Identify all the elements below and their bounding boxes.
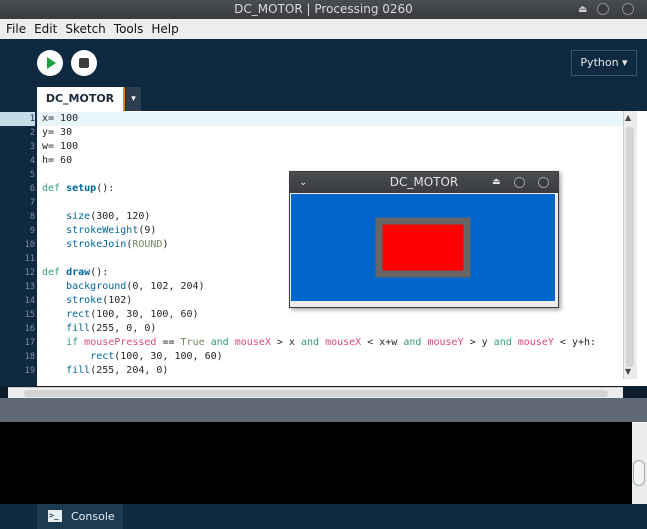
menu-edit[interactable]: Edit bbox=[34, 22, 57, 36]
status-bar bbox=[0, 398, 647, 422]
window-title: DC_MOTOR | Processing 0260 bbox=[234, 2, 413, 16]
line-number-gutter: 1 2 3 4 5 6 7 8 9 10 11 12 13 14 15 16 17 18 19 bbox=[0, 111, 37, 386]
close-button[interactable] bbox=[538, 177, 549, 188]
scroll-thumb[interactable] bbox=[626, 127, 634, 367]
line-number: 13 bbox=[24, 282, 35, 292]
terminal-icon: >_ bbox=[48, 510, 62, 522]
editor-tabs: DC_MOTOR ▾ bbox=[0, 85, 647, 111]
menu-file[interactable]: File bbox=[6, 22, 26, 36]
line-number: 17 bbox=[24, 338, 35, 348]
menu-tools[interactable]: Tools bbox=[114, 22, 144, 36]
console-scroll-thumb[interactable] bbox=[633, 460, 645, 486]
sketch-window[interactable]: ⌄ DC_MOTOR ⏏ bbox=[289, 171, 559, 308]
eject-icon[interactable]: ⏏ bbox=[492, 172, 501, 193]
console-tab[interactable]: >_ Console bbox=[37, 504, 123, 529]
window-title-bar[interactable]: DC_MOTOR | Processing 0260 ⏏ bbox=[0, 0, 647, 19]
line-number: 18 bbox=[24, 352, 35, 362]
line-number: 7 bbox=[29, 198, 35, 208]
scroll-down-icon[interactable]: ▼ bbox=[625, 367, 631, 376]
menu-bar: File Edit Sketch Tools Help bbox=[0, 19, 647, 39]
code-line[interactable]: h= 60 bbox=[42, 154, 72, 168]
motor-rectangle bbox=[375, 217, 471, 278]
line-number: 3 bbox=[29, 142, 35, 152]
processing-ide-window: DC_MOTOR | Processing 0260 ⏏ File Edit S… bbox=[0, 0, 647, 529]
tab-dc-motor[interactable]: DC_MOTOR bbox=[37, 87, 125, 111]
line-number: 16 bbox=[24, 324, 35, 334]
code-line[interactable]: fill(255, 204, 0) bbox=[42, 364, 168, 378]
run-button[interactable] bbox=[37, 50, 63, 76]
line-number: 4 bbox=[29, 156, 35, 166]
line-number: 6 bbox=[29, 184, 35, 194]
hscroll-thumb[interactable] bbox=[24, 390, 608, 397]
code-line[interactable]: if mousePressed == True and mouseX > x a… bbox=[42, 336, 596, 350]
console-scrollbar[interactable] bbox=[632, 422, 647, 504]
line-number: 14 bbox=[24, 296, 35, 306]
code-line[interactable]: strokeWeight(9) bbox=[42, 224, 156, 238]
line-number: 5 bbox=[29, 170, 35, 180]
line-number: 15 bbox=[24, 310, 35, 320]
scroll-up-icon[interactable]: ▲ bbox=[625, 113, 631, 122]
mode-selector[interactable]: Python ▾ bbox=[571, 50, 637, 76]
code-line[interactable]: def draw(): bbox=[42, 266, 108, 280]
minimize-button[interactable] bbox=[597, 3, 609, 15]
line-number: 12 bbox=[24, 268, 35, 278]
line-number: 19 bbox=[24, 366, 35, 376]
line-number: 11 bbox=[24, 254, 35, 264]
line-number: 2 bbox=[29, 128, 35, 138]
console-tab-label: Console bbox=[71, 510, 115, 523]
code-line[interactable]: strokeJoin(ROUND) bbox=[42, 238, 168, 252]
eject-icon[interactable]: ⏏ bbox=[578, 0, 587, 19]
tab-menu-button[interactable]: ▾ bbox=[126, 87, 141, 111]
editor-vertical-scrollbar[interactable]: ▲ ▼ bbox=[623, 111, 637, 379]
sketch-window-title-bar[interactable]: ⌄ DC_MOTOR ⏏ bbox=[290, 172, 558, 193]
toolbar: Python ▾ bbox=[0, 39, 647, 85]
line-number: 1 bbox=[0, 112, 35, 126]
chevron-down-icon[interactable]: ⌄ bbox=[299, 172, 307, 193]
line-number: 9 bbox=[29, 226, 35, 236]
minimize-button[interactable] bbox=[514, 177, 525, 188]
stop-button[interactable] bbox=[71, 50, 97, 76]
code-line[interactable]: background(0, 102, 204) bbox=[42, 280, 205, 294]
line-number: 10 bbox=[24, 240, 35, 250]
menu-help[interactable]: Help bbox=[151, 22, 178, 36]
code-line[interactable]: w= 100 bbox=[42, 140, 78, 154]
menu-sketch[interactable]: Sketch bbox=[65, 22, 105, 36]
code-line[interactable]: y= 30 bbox=[42, 126, 72, 140]
bottom-bar: >_ Console bbox=[0, 504, 647, 529]
code-line[interactable]: stroke(102) bbox=[42, 294, 132, 308]
console-output[interactable] bbox=[0, 422, 647, 504]
code-line[interactable]: size(300, 120) bbox=[42, 210, 150, 224]
sketch-canvas[interactable] bbox=[291, 194, 555, 301]
sketch-window-title: DC_MOTOR bbox=[389, 175, 459, 189]
close-button[interactable] bbox=[622, 3, 634, 15]
code-line[interactable]: def setup(): bbox=[42, 182, 114, 196]
code-line[interactable]: x= 100 bbox=[42, 112, 78, 126]
code-line[interactable]: rect(100, 30, 100, 60) bbox=[42, 350, 222, 364]
code-line[interactable]: fill(255, 0, 0) bbox=[42, 322, 156, 336]
current-line-highlight bbox=[37, 112, 623, 126]
line-number: 8 bbox=[29, 212, 35, 222]
code-line[interactable]: rect(100, 30, 100, 60) bbox=[42, 308, 198, 322]
